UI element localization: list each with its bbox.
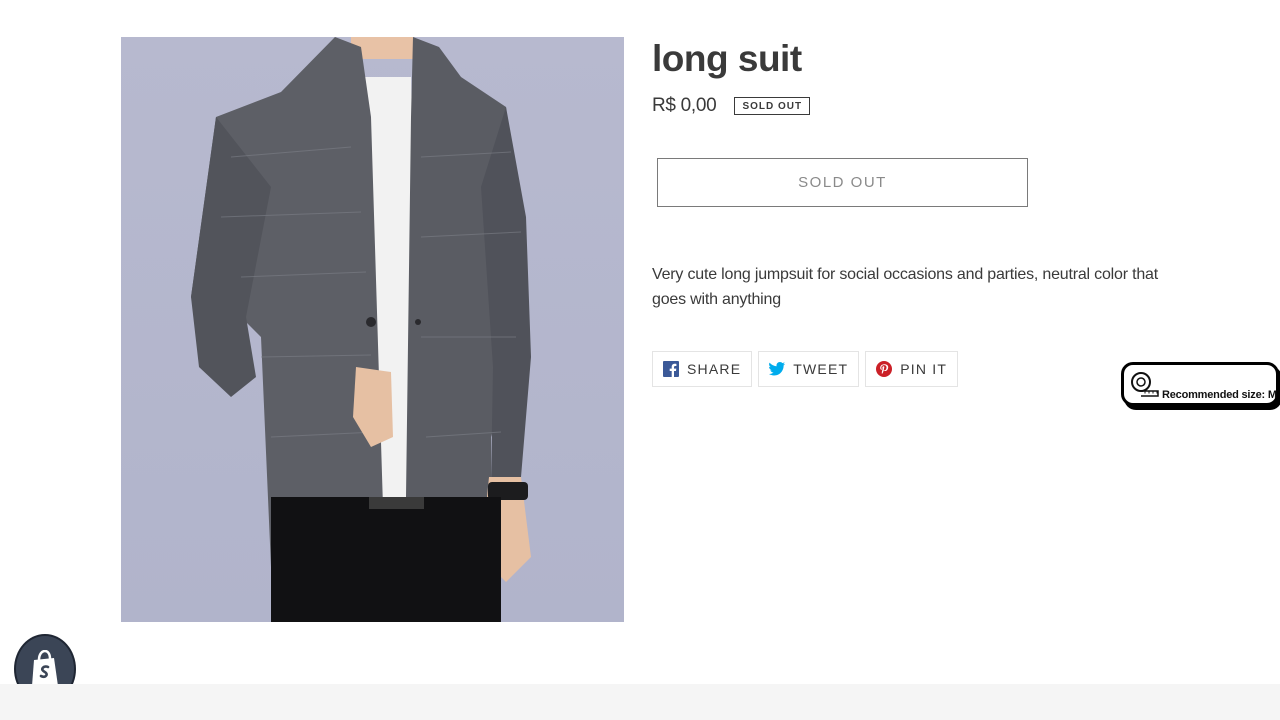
facebook-icon <box>663 361 679 377</box>
sold-out-button[interactable]: SOLD OUT <box>657 158 1028 207</box>
pinterest-icon <box>876 361 893 377</box>
sold-out-badge: SOLD OUT <box>734 97 811 115</box>
tape-measure-icon <box>1131 372 1159 397</box>
product-description: Very cute long jumpsuit for social occas… <box>652 266 1158 308</box>
share-facebook-button[interactable]: SHARE <box>652 351 753 387</box>
recommended-size-widget[interactable]: Recommended size: M <box>1121 362 1279 406</box>
share-facebook-label: SHARE <box>687 361 742 377</box>
jacket-photo-illustration <box>191 37 531 622</box>
product-image[interactable] <box>121 37 624 622</box>
social-share-row: SHARE TWEET PIN IT <box>652 351 959 387</box>
product-title: long suit <box>652 38 802 79</box>
share-twitter-button[interactable]: TWEET <box>758 351 860 387</box>
product-price: R$ 0,00 <box>652 95 717 116</box>
product-page: long suit R$ 0,00 SOLD OUT SOLD OUT Very… <box>0 0 1280 720</box>
share-twitter-label: TWEET <box>793 361 849 377</box>
twitter-icon <box>769 362 786 376</box>
price-row: R$ 0,00 SOLD OUT <box>652 95 811 117</box>
share-pinterest-label: PIN IT <box>900 361 948 377</box>
shopify-bag-icon <box>32 650 58 686</box>
share-pinterest-button[interactable]: PIN IT <box>865 351 959 387</box>
recommended-size-text: Recommended size: M <box>1162 389 1277 401</box>
footer-strip <box>0 684 1280 720</box>
